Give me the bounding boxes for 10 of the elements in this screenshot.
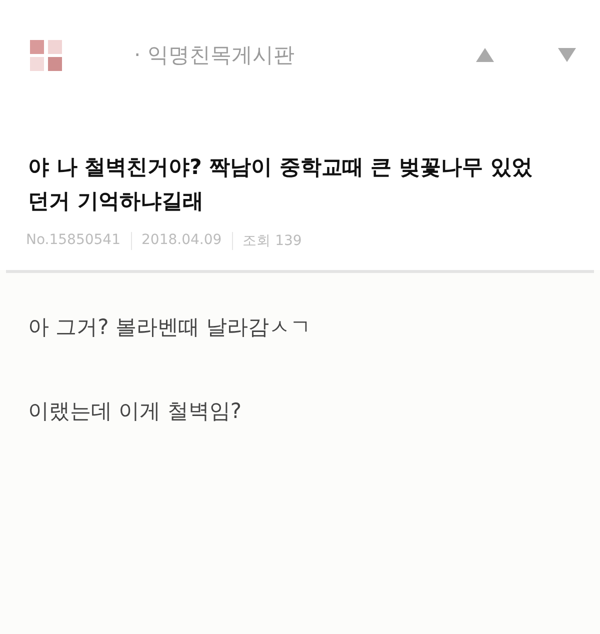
down-arrow-icon[interactable]	[556, 46, 578, 64]
logo-icon	[30, 38, 64, 72]
up-arrow-icon[interactable]	[474, 46, 496, 64]
post-title: 야 나 철벽친거야? 짝남이 중학교때 큰 벚꽃나무 있었던거 기억하냐길래	[27, 154, 534, 215]
post-meta: 조회 139	[232, 232, 312, 250]
post-meta: 2018.04.09	[130, 232, 232, 250]
board-name: · 익명친목게시판	[134, 42, 296, 69]
post-text: 이랬는데 이게 철벽임?	[28, 398, 242, 425]
post-meta: No.15850541	[26, 232, 122, 250]
post-text: 아 그거? 볼라벤때 날라감ㅅㄱ	[28, 314, 312, 341]
